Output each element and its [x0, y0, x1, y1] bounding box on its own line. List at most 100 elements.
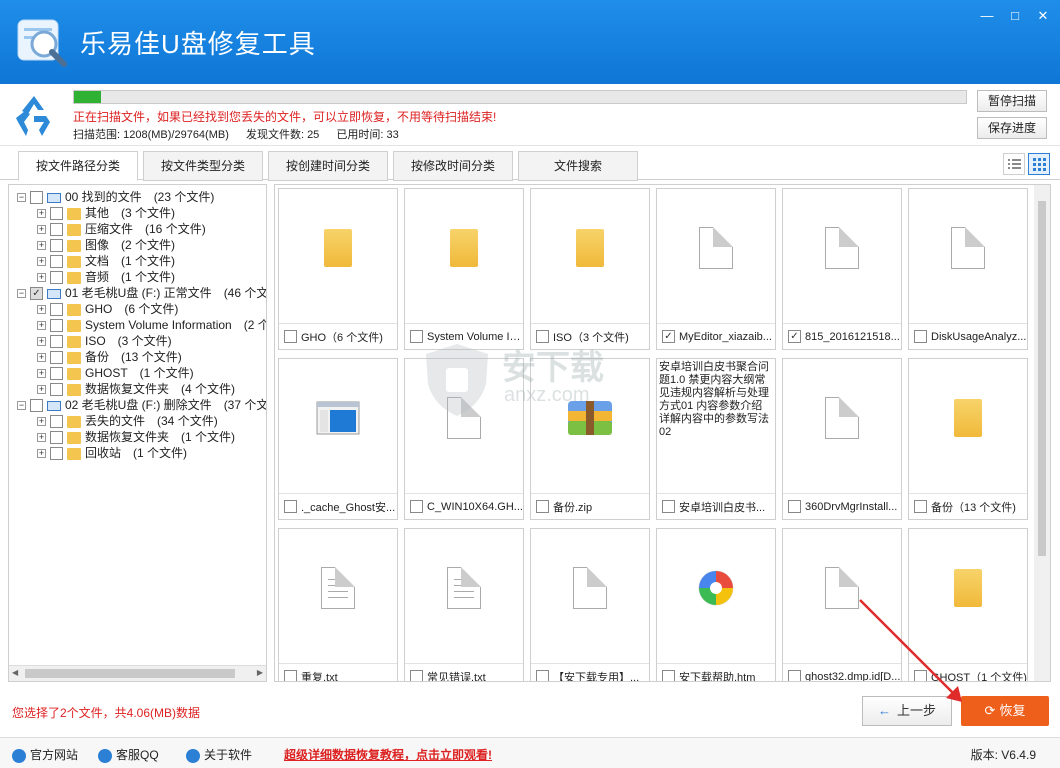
tree-scrollbar[interactable]: ◀ ▶: [9, 665, 266, 681]
tree-checkbox[interactable]: [50, 223, 63, 237]
tree-node[interactable]: + ISO (3 个文件): [37, 333, 172, 349]
tab-by-modified[interactable]: 按修改时间分类: [393, 151, 513, 181]
tree-scrollbar-thumb[interactable]: [25, 669, 235, 678]
file-checkbox[interactable]: [662, 670, 675, 681]
file-card[interactable]: C_WIN10X64.GH...: [404, 358, 524, 520]
tree-node[interactable]: + 数据恢复文件夹 (4 个文件): [37, 381, 235, 397]
tree-node[interactable]: + 其他 (3 个文件): [37, 205, 175, 221]
maximize-button[interactable]: □: [1004, 6, 1026, 26]
tab-by-type[interactable]: 按文件类型分类: [143, 151, 263, 181]
tree-checkbox[interactable]: ✓: [30, 287, 43, 301]
expand-toggle-icon[interactable]: +: [37, 305, 46, 315]
file-card[interactable]: 备份.zip: [530, 358, 650, 520]
tree-node[interactable]: + GHOST (1 个文件): [37, 365, 194, 381]
file-checkbox[interactable]: [914, 330, 927, 343]
file-card[interactable]: 【安下载专用】...: [530, 528, 650, 681]
expand-toggle-icon[interactable]: +: [37, 257, 46, 267]
tree-checkbox[interactable]: [30, 191, 43, 205]
expand-toggle-icon[interactable]: +: [37, 241, 46, 251]
tree-checkbox[interactable]: [50, 303, 63, 317]
file-card[interactable]: 360DrvMgrInstall...: [782, 358, 902, 520]
tree-node[interactable]: + 图像 (2 个文件): [37, 237, 175, 253]
tree-node[interactable]: + 丢失的文件 (34 个文件): [37, 413, 218, 429]
file-card[interactable]: ✓ MyEditor_xiazaib...: [656, 188, 776, 350]
tree-node[interactable]: − 02 老毛桃U盘 (F:) 删除文件 (37 个文件: [17, 397, 266, 413]
tree-checkbox[interactable]: [30, 399, 43, 413]
tree-checkbox[interactable]: [50, 239, 63, 253]
file-card[interactable]: DiskUsageAnalyz...: [908, 188, 1028, 350]
file-card[interactable]: 重复.txt: [278, 528, 398, 681]
file-checkbox[interactable]: [788, 670, 801, 681]
expand-toggle-icon[interactable]: +: [37, 321, 46, 331]
scroll-left-icon[interactable]: ◀: [12, 668, 18, 677]
tree-checkbox[interactable]: [50, 207, 63, 221]
grid-view-icon[interactable]: [1028, 153, 1050, 175]
file-card[interactable]: ISO（3 个文件): [530, 188, 650, 350]
expand-toggle-icon[interactable]: +: [37, 385, 46, 395]
file-card[interactable]: 常见错误.txt: [404, 528, 524, 681]
expand-toggle-icon[interactable]: +: [37, 449, 46, 459]
save-progress-button[interactable]: 保存进度: [977, 117, 1047, 139]
tab-file-search[interactable]: 文件搜索: [518, 151, 638, 181]
expand-toggle-icon[interactable]: +: [37, 209, 46, 219]
minimize-button[interactable]: —: [976, 6, 998, 26]
support-qq-link[interactable]: 客服QQ: [98, 746, 159, 763]
tree-checkbox[interactable]: [50, 255, 63, 269]
file-checkbox[interactable]: [284, 330, 297, 343]
list-view-icon[interactable]: [1003, 153, 1025, 175]
tree-node[interactable]: + 回收站 (1 个文件): [37, 445, 187, 461]
expand-toggle-icon[interactable]: −: [17, 289, 26, 299]
file-checkbox[interactable]: [410, 330, 423, 343]
file-checkbox[interactable]: [914, 500, 927, 513]
tree-node[interactable]: + 文档 (1 个文件): [37, 253, 175, 269]
expand-toggle-icon[interactable]: +: [37, 225, 46, 235]
tree-node[interactable]: + System Volume Information (2 个文: [37, 317, 266, 333]
tree-checkbox[interactable]: [50, 351, 63, 365]
pause-scan-button[interactable]: 暂停扫描: [977, 90, 1047, 112]
tree-checkbox[interactable]: [50, 367, 63, 381]
expand-toggle-icon[interactable]: +: [37, 433, 46, 443]
file-card[interactable]: ._cache_Ghost安...: [278, 358, 398, 520]
tree-node[interactable]: + 数据恢复文件夹 (1 个文件): [37, 429, 235, 445]
file-card[interactable]: 备份（13 个文件): [908, 358, 1028, 520]
tree-node[interactable]: + 音频 (1 个文件): [37, 269, 175, 285]
recover-button[interactable]: ⟳ 恢复: [961, 696, 1049, 726]
file-checkbox[interactable]: [662, 500, 675, 513]
grid-scrollbar-thumb[interactable]: [1038, 201, 1046, 556]
scroll-right-icon[interactable]: ▶: [257, 668, 263, 677]
tree-checkbox[interactable]: [50, 431, 63, 445]
close-button[interactable]: ✕: [1032, 6, 1054, 26]
expand-toggle-icon[interactable]: +: [37, 369, 46, 379]
tree-node[interactable]: + GHO (6 个文件): [37, 301, 178, 317]
file-checkbox[interactable]: [536, 670, 549, 681]
official-website-link[interactable]: 官方网站: [12, 746, 78, 763]
file-checkbox[interactable]: [284, 670, 297, 681]
tree-checkbox[interactable]: [50, 335, 63, 349]
tree-checkbox[interactable]: [50, 271, 63, 285]
file-card[interactable]: 安下载帮助.htm: [656, 528, 776, 681]
grid-scrollbar[interactable]: [1034, 185, 1050, 681]
tab-by-path[interactable]: 按文件路径分类: [18, 151, 138, 181]
file-card[interactable]: GHO（6 个文件): [278, 188, 398, 350]
tree-node[interactable]: − 00 找到的文件 (23 个文件): [17, 189, 214, 205]
tree-checkbox[interactable]: [50, 415, 63, 429]
file-checkbox[interactable]: ✓: [662, 330, 675, 343]
expand-toggle-icon[interactable]: +: [37, 353, 46, 363]
tree-checkbox[interactable]: [50, 319, 63, 333]
expand-toggle-icon[interactable]: +: [37, 273, 46, 283]
tab-by-created[interactable]: 按创建时间分类: [268, 151, 388, 181]
tree-checkbox[interactable]: [50, 383, 63, 397]
tutorial-link[interactable]: 超级详细数据恢复教程，点击立即观看!: [284, 746, 492, 763]
expand-toggle-icon[interactable]: −: [17, 401, 26, 411]
tree-node[interactable]: −✓ 01 老毛桃U盘 (F:) 正常文件 (46 个文件: [17, 285, 266, 301]
file-checkbox[interactable]: ✓: [788, 330, 801, 343]
about-link[interactable]: 关于软件: [186, 746, 252, 763]
tree-node[interactable]: + 备份 (13 个文件): [37, 349, 182, 365]
file-checkbox[interactable]: [536, 500, 549, 513]
expand-toggle-icon[interactable]: +: [37, 337, 46, 347]
expand-toggle-icon[interactable]: −: [17, 193, 26, 203]
tree-checkbox[interactable]: [50, 447, 63, 461]
file-card[interactable]: ✓ 815_2016121518...: [782, 188, 902, 350]
file-card[interactable]: System Volume In...: [404, 188, 524, 350]
expand-toggle-icon[interactable]: +: [37, 417, 46, 427]
